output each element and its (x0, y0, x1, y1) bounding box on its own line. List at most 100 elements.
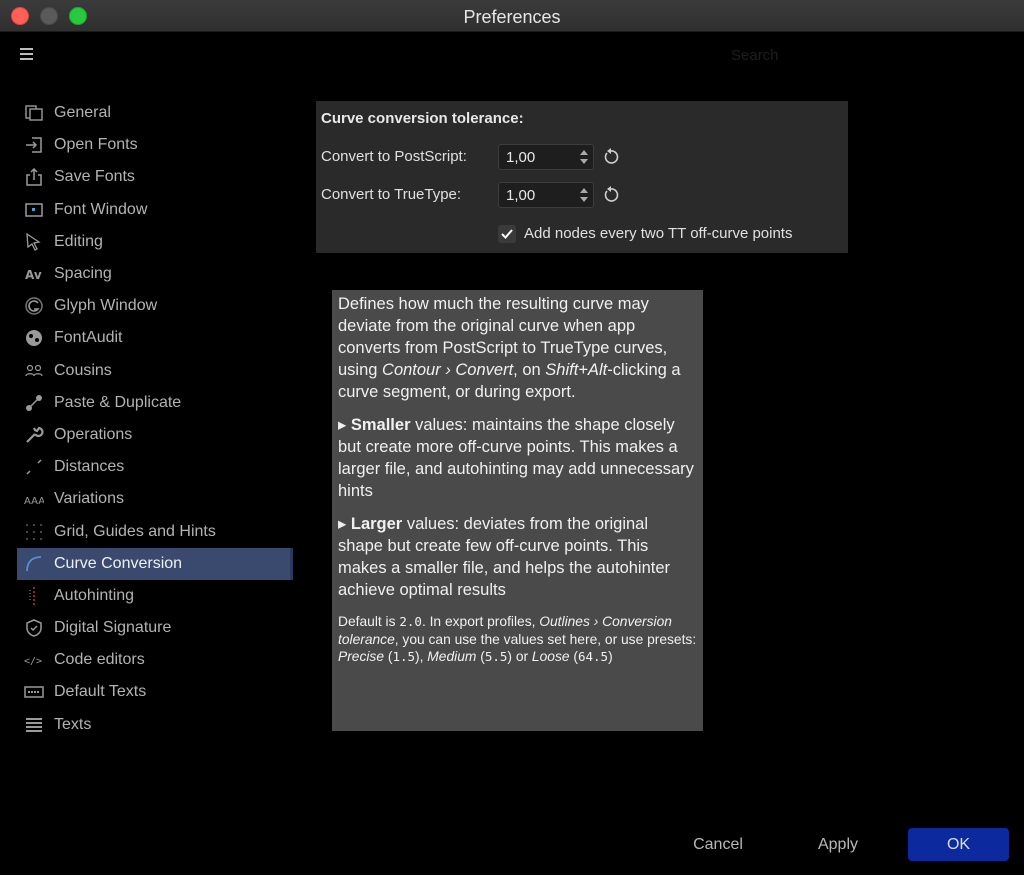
tooltip-text: . In export profiles, (421, 614, 540, 629)
sidebar-item-operations[interactable]: Operations (17, 419, 293, 451)
tooltip-preset: Loose (531, 649, 570, 664)
tooltip-paragraph-intro: Defines how much the resulting curve may… (338, 293, 697, 403)
general-icon (23, 103, 45, 123)
glyph-window-icon (23, 296, 45, 316)
sidebar-item-label: Distances (54, 458, 125, 476)
sidebar: General Open Fonts Save Fonts Font Windo… (17, 97, 293, 741)
tooltip-text: , you can use the values set here, or us… (394, 631, 697, 647)
tooltip-code: 64.5 (577, 649, 609, 664)
stepper-arrows-icon[interactable] (579, 148, 589, 166)
postscript-label: Convert to PostScript: (321, 148, 467, 165)
autohinting-icon (23, 586, 45, 606)
sidebar-item-label: Curve Conversion (54, 554, 183, 572)
tooltip-text: ( (569, 649, 578, 664)
sidebar-item-general[interactable]: General (17, 97, 293, 129)
checkmark-icon (501, 229, 513, 239)
truetype-tolerance-value: 1,00 (506, 187, 536, 204)
default-texts-icon (23, 682, 45, 702)
truetype-tolerance-stepper[interactable]: 1,00 (498, 182, 594, 208)
cousins-icon (23, 361, 45, 381)
sidebar-item-distances[interactable]: Distances (17, 451, 293, 483)
sidebar-item-label: Grid, Guides and Hints (54, 522, 216, 540)
sidebar-item-digital-signature[interactable]: Digital Signature (17, 612, 293, 644)
bullet-icon: ▸ (338, 515, 351, 533)
tooltip-paragraph-smaller: ▸ Smaller values: maintains the shape cl… (338, 414, 697, 502)
sidebar-item-label: Variations (54, 490, 124, 508)
tooltip-bold: Larger (350, 515, 403, 533)
paste-duplicate-icon (23, 393, 45, 413)
sidebar-item-save-fonts[interactable]: Save Fonts (17, 161, 293, 193)
bullet-icon: ▸ (338, 416, 351, 434)
add-nodes-checkbox[interactable] (498, 225, 516, 243)
svg-text:AAA: AAA (24, 496, 44, 507)
sidebar-item-label: Spacing (54, 265, 112, 283)
title-bar: Preferences (0, 0, 1024, 32)
distances-icon (23, 457, 45, 477)
window-title: Preferences (463, 7, 561, 27)
sidebar-item-label: Open Fonts (54, 136, 138, 154)
variations-icon: AAA (23, 489, 45, 509)
curve-conversion-panel: Curve conversion tolerance: Convert to P… (316, 101, 848, 253)
svg-text:Av: Av (25, 268, 42, 282)
svg-text:</>: </> (24, 656, 42, 667)
stepper-arrows-icon[interactable] (579, 186, 589, 204)
sidebar-item-autohinting[interactable]: Autohinting (17, 580, 293, 612)
tooltip-preset: Precise (338, 649, 385, 664)
sidebar-item-label: Editing (54, 232, 103, 250)
grid-icon (23, 522, 45, 542)
sidebar-item-glyph-window[interactable]: Glyph Window (17, 290, 293, 322)
tooltip-preset: Medium (427, 649, 477, 664)
apply-button[interactable]: Apply (796, 828, 880, 861)
sidebar-item-label: Font Window (54, 200, 148, 218)
sidebar-item-label: General (54, 104, 111, 122)
add-nodes-label: Add nodes every two TT off-curve points (524, 225, 793, 242)
ok-button[interactable]: OK (908, 828, 1009, 861)
sidebar-item-paste-duplicate[interactable]: Paste & Duplicate (17, 387, 293, 419)
tooltip-text: ) or (507, 649, 532, 664)
sidebar-item-font-window[interactable]: Font Window (17, 194, 293, 226)
tooltip-text: Default is (338, 614, 400, 629)
editing-icon (23, 232, 45, 252)
sidebar-item-default-texts[interactable]: Default Texts (17, 676, 293, 708)
sidebar-item-spacing[interactable]: Av Spacing (17, 258, 293, 290)
wrench-icon (23, 425, 45, 445)
hamburger-menu-icon[interactable] (20, 48, 33, 60)
sidebar-item-texts[interactable]: Texts (17, 709, 293, 741)
tooltip-menu-path: Contour › Convert (382, 361, 514, 379)
sidebar-item-label: Digital Signature (54, 619, 172, 637)
sidebar-item-open-fonts[interactable]: Open Fonts (17, 129, 293, 161)
sidebar-item-label: Default Texts (54, 683, 147, 701)
tooltip-text: ) (608, 649, 613, 664)
sidebar-item-curve-conversion[interactable]: Curve Conversion (17, 547, 293, 580)
tooltip-text: ), (415, 649, 428, 664)
sidebar-item-variations[interactable]: AAA Variations (17, 483, 293, 515)
curve-conversion-icon (23, 554, 45, 574)
truetype-label: Convert to TrueType: (321, 186, 462, 203)
tooltip-paragraph-larger: ▸ Larger values: deviates from the origi… (338, 513, 697, 601)
reset-postscript-icon[interactable] (602, 148, 620, 166)
fontaudit-icon (23, 328, 45, 348)
sidebar-item-cousins[interactable]: Cousins (17, 355, 293, 387)
sidebar-item-label: Autohinting (54, 586, 135, 604)
tooltip-shortcut: Shift+Alt (545, 361, 608, 379)
sidebar-item-editing[interactable]: Editing (17, 226, 293, 258)
sidebar-item-fontaudit[interactable]: FontAudit (17, 322, 293, 354)
texts-icon (23, 715, 45, 735)
spacing-icon: Av (23, 264, 45, 284)
open-fonts-icon (23, 135, 45, 155)
tooltip-code: 2.0 (399, 614, 422, 629)
tooltip-text: ( (476, 649, 485, 664)
reset-truetype-icon[interactable] (602, 186, 620, 204)
sidebar-item-label: Operations (54, 425, 133, 443)
sidebar-item-label: Paste & Duplicate (54, 393, 182, 411)
postscript-tolerance-stepper[interactable]: 1,00 (498, 144, 594, 170)
sidebar-item-label: FontAudit (54, 329, 123, 347)
sidebar-item-label: Glyph Window (54, 297, 158, 315)
cancel-button[interactable]: Cancel (676, 828, 760, 861)
save-fonts-icon (23, 167, 45, 187)
search-input[interactable] (731, 45, 881, 65)
tooltip-paragraph-default: Default is 2.0. In export profiles, Outl… (338, 613, 697, 666)
sidebar-item-grid-guides-hints[interactable]: Grid, Guides and Hints (17, 515, 293, 547)
sidebar-item-code-editors[interactable]: </> Code editors (17, 644, 293, 676)
help-tooltip: Defines how much the resulting curve may… (332, 290, 703, 731)
